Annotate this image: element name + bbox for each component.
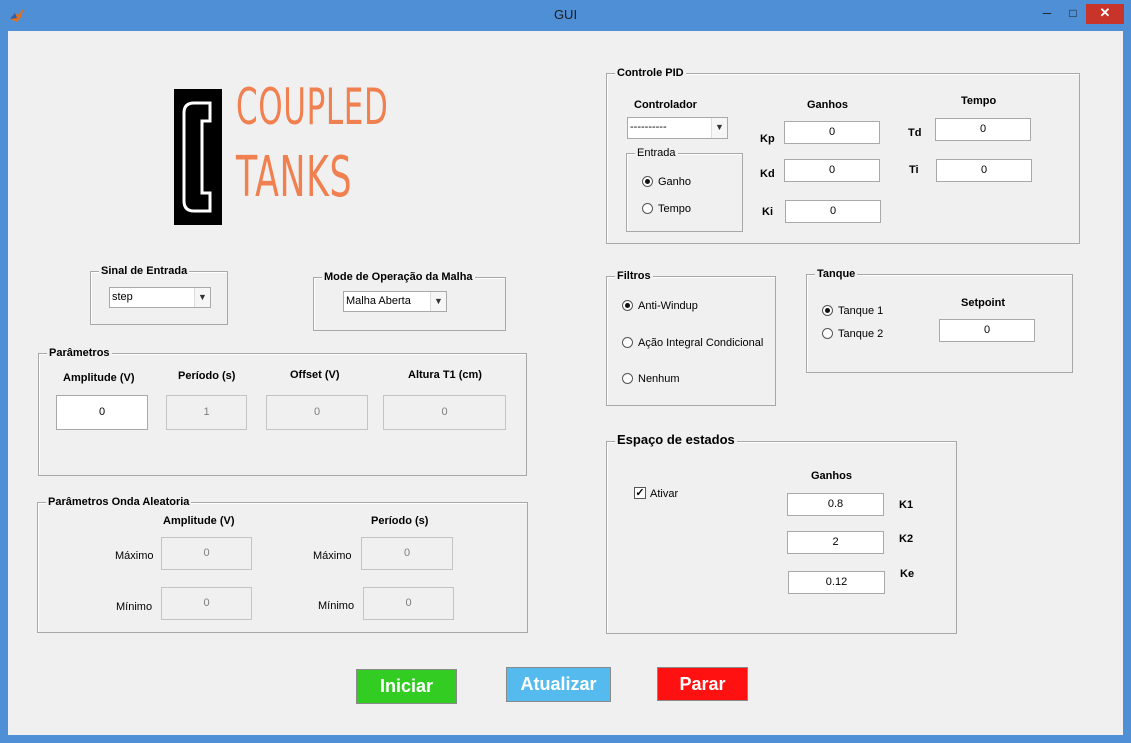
- kp-input[interactable]: 0: [784, 121, 880, 144]
- k2-input[interactable]: 2: [787, 531, 884, 554]
- logo-line2: TANKS: [236, 145, 353, 210]
- offset-input[interactable]: 0: [266, 395, 368, 430]
- tanque-title: Tanque: [815, 267, 858, 281]
- onda-amplitude-header: Amplitude (V): [163, 515, 235, 527]
- per-max-input[interactable]: 0: [361, 537, 453, 570]
- entrada-panel: Entrada: [626, 146, 743, 232]
- anti-windup-label: Anti-Windup: [638, 300, 698, 312]
- ss-ganhos-label: Ganhos: [811, 470, 852, 482]
- entrada-tempo-radio[interactable]: [642, 203, 653, 214]
- minimize-button[interactable]: ─: [1034, 4, 1060, 24]
- atualizar-button[interactable]: Atualizar: [506, 667, 611, 702]
- pid-title: Controle PID: [615, 66, 686, 80]
- amplitude-label: Amplitude (V): [63, 372, 135, 384]
- maximize-button[interactable]: □: [1060, 4, 1086, 24]
- chevron-down-icon[interactable]: ▼: [194, 288, 210, 307]
- periodo-input[interactable]: 1: [166, 395, 247, 430]
- sinal-entrada-select[interactable]: step ▼: [109, 287, 211, 308]
- td-input[interactable]: 0: [935, 118, 1031, 141]
- entrada-ganho-label: Ganho: [658, 176, 692, 188]
- chevron-down-icon[interactable]: ▼: [711, 118, 727, 138]
- pid-ganhos-label: Ganhos: [807, 99, 848, 111]
- onda-aleatoria-title: Parâmetros Onda Aleatoria: [46, 495, 192, 509]
- parametros-title: Parâmetros: [47, 346, 112, 360]
- chevron-down-icon[interactable]: ▼: [430, 292, 446, 311]
- kd-input[interactable]: 0: [784, 159, 880, 182]
- setpoint-input[interactable]: 0: [939, 319, 1035, 342]
- iniciar-button[interactable]: Iniciar: [356, 669, 457, 704]
- ki-label: Ki: [762, 206, 773, 218]
- entrada-ganho-radio[interactable]: [642, 176, 653, 187]
- amp-max-input[interactable]: 0: [161, 537, 252, 570]
- acao-integral-label: Ação Integral Condicional: [638, 337, 764, 349]
- periodo-label: Período (s): [178, 370, 236, 382]
- onda-periodo-header: Período (s): [371, 515, 429, 527]
- close-button[interactable]: ✕: [1086, 4, 1124, 24]
- k1-input[interactable]: 0.8: [787, 493, 884, 516]
- k1-label: K1: [899, 499, 914, 511]
- controlador-select[interactable]: ---------- ▼: [627, 117, 728, 139]
- filtros-title: Filtros: [615, 269, 653, 283]
- ti-input[interactable]: 0: [936, 159, 1032, 182]
- ativar-label: Ativar: [650, 488, 679, 500]
- tanque2-radio[interactable]: [822, 328, 833, 339]
- nenhum-label: Nenhum: [638, 373, 680, 385]
- window-title: GUI: [553, 7, 578, 22]
- k2-label: K2: [899, 533, 914, 545]
- kp-label: Kp: [760, 133, 775, 145]
- entrada-tempo-label: Tempo: [658, 203, 692, 215]
- pid-tempo-label: Tempo: [961, 95, 997, 107]
- ke-label: Ke: [900, 568, 915, 580]
- parar-button[interactable]: Parar: [657, 667, 748, 701]
- td-label: Td: [908, 127, 922, 139]
- logo-line1: COUPLED: [236, 78, 389, 136]
- tanque1-label: Tanque 1: [838, 305, 884, 317]
- amplitude-input[interactable]: 0: [56, 395, 148, 430]
- anti-windup-radio[interactable]: [622, 300, 633, 311]
- nenhum-radio[interactable]: [622, 373, 633, 384]
- acao-integral-radio[interactable]: [622, 337, 633, 348]
- ativar-checkbox[interactable]: ✓: [634, 487, 646, 499]
- per-maximo-label: Máximo: [313, 550, 352, 562]
- altura-label: Altura T1 (cm): [408, 369, 482, 381]
- modo-operacao-title: Mode de Operação da Malha: [322, 270, 475, 284]
- ke-input[interactable]: 0.12: [788, 571, 885, 594]
- per-minimo-label: Mínimo: [318, 600, 355, 612]
- modo-operacao-select[interactable]: Malha Aberta ▼: [343, 291, 447, 312]
- tanque2-label: Tanque 2: [838, 328, 884, 340]
- offset-label: Offset (V): [290, 369, 340, 381]
- controlador-label: Controlador: [634, 99, 697, 111]
- onda-aleatoria-panel: Parâmetros Onda Aleatoria: [37, 495, 528, 633]
- entrada-title: Entrada: [635, 146, 678, 160]
- amp-min-input[interactable]: 0: [161, 587, 252, 620]
- kd-label: Kd: [760, 168, 775, 180]
- amp-maximo-label: Máximo: [115, 550, 154, 562]
- espaco-estados-title: Espaço de estados: [615, 432, 737, 447]
- sinal-entrada-value: step: [112, 291, 133, 303]
- tanque1-radio[interactable]: [822, 305, 833, 316]
- sinal-entrada-title: Sinal de Entrada: [99, 264, 190, 278]
- altura-input[interactable]: 0: [383, 395, 506, 430]
- ki-input[interactable]: 0: [785, 200, 881, 223]
- logo-letter-block: [174, 89, 222, 225]
- amp-minimo-label: Mínimo: [116, 601, 153, 613]
- setpoint-label: Setpoint: [961, 297, 1005, 309]
- ti-label: Ti: [909, 164, 919, 176]
- controlador-value: ----------: [630, 121, 667, 133]
- per-min-input[interactable]: 0: [363, 587, 454, 620]
- modo-operacao-value: Malha Aberta: [346, 295, 411, 307]
- client-area: COUPLED TANKS Sinal de Entrada step ▼ Mo…: [8, 31, 1123, 735]
